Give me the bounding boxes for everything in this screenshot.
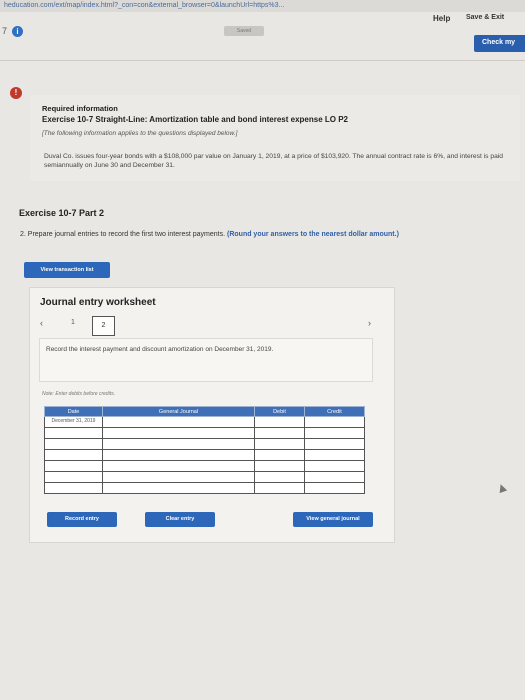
account-select[interactable] [102, 460, 255, 472]
instruction-text: 2. Prepare journal entries to record the… [20, 231, 226, 238]
column-header-credit: Credit [304, 406, 365, 417]
journal-row [44, 482, 365, 494]
header-divider [0, 60, 525, 61]
exercise-title: Exercise 10-7 Straight-Line: Amortizatio… [42, 115, 348, 124]
account-select[interactable] [102, 438, 255, 450]
browser-url-bar[interactable]: heducation.com/ext/map/index.html?_con=c… [0, 0, 525, 12]
account-select[interactable] [102, 471, 255, 483]
required-info-body: Duval Co. issues four-year bonds with a … [44, 153, 503, 169]
account-select[interactable] [102, 416, 255, 428]
chevron-left-icon[interactable]: ‹ [40, 318, 43, 328]
column-header-general-journal: General Journal [102, 406, 255, 417]
account-select[interactable] [102, 482, 255, 494]
journal-row [44, 460, 365, 472]
instruction-emphasis: (Round your answers to the nearest dolla… [227, 231, 399, 238]
journal-row [44, 438, 365, 450]
credit-input[interactable] [304, 471, 365, 483]
worksheet-step-1[interactable]: 1 [71, 319, 75, 326]
mouse-cursor-icon [496, 482, 508, 494]
journal-row [44, 471, 365, 483]
chevron-right-icon[interactable]: › [368, 318, 371, 328]
saved-status: Saved [224, 26, 264, 36]
journal-row: December 31, 2019 [44, 416, 365, 428]
help-link[interactable]: Help [433, 14, 450, 23]
column-header-date: Date [44, 406, 103, 417]
date-cell [44, 438, 103, 450]
debit-input[interactable] [254, 460, 305, 472]
journal-row [44, 449, 365, 461]
part-title: Exercise 10-7 Part 2 [19, 208, 105, 218]
credit-input[interactable] [304, 449, 365, 461]
date-cell [44, 449, 103, 461]
debit-input[interactable] [254, 449, 305, 461]
view-general-journal-button[interactable]: View general journal [293, 512, 373, 527]
worksheet-title: Journal entry worksheet [40, 297, 156, 308]
check-my-work-button[interactable]: Check my [474, 35, 525, 52]
credit-input[interactable] [304, 438, 365, 450]
account-select[interactable] [102, 427, 255, 439]
date-cell [44, 427, 103, 439]
journal-row [44, 427, 365, 439]
required-info-title: Required information [42, 104, 118, 113]
info-icon[interactable]: i [12, 26, 23, 37]
clear-entry-button[interactable]: Clear entry [145, 512, 215, 527]
debit-input[interactable] [254, 427, 305, 439]
date-cell [44, 460, 103, 472]
worksheet-step-2[interactable]: 2 [92, 316, 115, 336]
column-header-debit: Debit [254, 406, 305, 417]
required-info-note: [The following information applies to th… [42, 130, 238, 137]
date-cell [44, 471, 103, 483]
record-entry-button[interactable]: Record entry [47, 512, 117, 527]
view-transaction-list-button[interactable]: View transaction list [24, 262, 110, 278]
debit-input[interactable] [254, 416, 305, 428]
credit-input[interactable] [304, 460, 365, 472]
worksheet-note: Note: Enter debits before credits. [42, 391, 116, 397]
alert-icon: ! [10, 87, 22, 99]
save-exit-link[interactable]: Save & Exit [466, 14, 504, 21]
debit-input[interactable] [254, 471, 305, 483]
credit-input[interactable] [304, 427, 365, 439]
debit-input[interactable] [254, 482, 305, 494]
date-cell: December 31, 2019 [44, 416, 103, 428]
journal-table: Date General Journal Debit Credit Decemb… [44, 406, 365, 494]
question-number[interactable]: 7 [2, 26, 7, 36]
credit-input[interactable] [304, 482, 365, 494]
credit-input[interactable] [304, 416, 365, 428]
date-cell [44, 482, 103, 494]
account-select[interactable] [102, 449, 255, 461]
part-instruction: 2. Prepare journal entries to record the… [20, 231, 399, 238]
worksheet-instruction: Record the interest payment and discount… [46, 346, 274, 353]
debit-input[interactable] [254, 438, 305, 450]
